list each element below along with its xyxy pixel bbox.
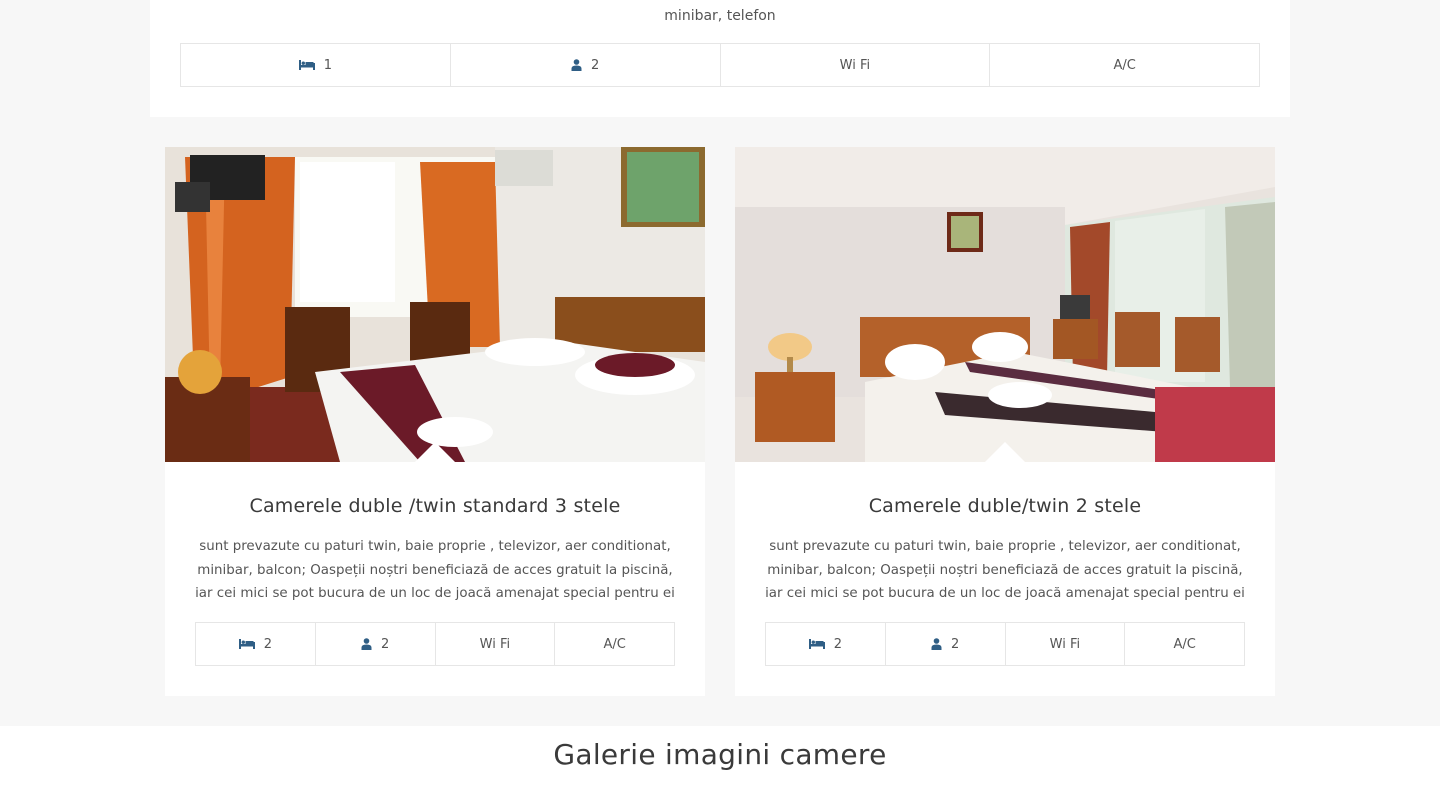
bed-icon (808, 638, 825, 650)
feature-beds-value: 2 (833, 636, 843, 652)
feature-persons-value: 2 (590, 57, 600, 73)
user-icon (931, 638, 942, 650)
feature-beds-value: 1 (323, 57, 333, 73)
feature-wifi-label: Wi Fi (839, 57, 871, 73)
room-card-previous: minibar, telefon 1 2 Wi Fi A/C (150, 0, 1290, 117)
feature-wifi-label: Wi Fi (479, 636, 511, 652)
bed-icon (298, 59, 315, 71)
gallery-title: Galerie imagini camere (553, 738, 887, 771)
feature-persons: 2 (886, 623, 1006, 665)
user-icon (571, 59, 582, 71)
gallery-section: Galerie imagini camere (0, 726, 1440, 786)
room-card-2-stele[interactable]: Camerele duble/twin 2 stele sunt prevazu… (735, 147, 1275, 696)
room-features-bar: 2 2 Wi Fi A/C (765, 622, 1245, 666)
feature-ac: A/C (555, 623, 675, 665)
room-photo[interactable] (735, 147, 1275, 462)
feature-ac: A/C (990, 44, 1260, 86)
feature-wifi-label: Wi Fi (1049, 636, 1081, 652)
feature-persons: 2 (316, 623, 436, 665)
feature-wifi: Wi Fi (436, 623, 556, 665)
room-description: sunt prevazute cu paturi twin, baie prop… (195, 539, 675, 601)
room-title[interactable]: Camerele duble/twin 2 stele (735, 495, 1275, 517)
feature-wifi: Wi Fi (721, 44, 991, 86)
feature-ac: A/C (1125, 623, 1245, 665)
feature-beds-value: 2 (263, 636, 273, 652)
feature-ac-label: A/C (603, 636, 626, 652)
feature-ac-label: A/C (1113, 57, 1136, 73)
feature-persons-value: 2 (380, 636, 390, 652)
feature-persons-value: 2 (950, 636, 960, 652)
room-features-bar: 2 2 Wi Fi A/C (195, 622, 675, 666)
room-description: sunt prevazute cu paturi twin, baie prop… (765, 539, 1245, 601)
room-card-standard-3-stele[interactable]: Camerele duble /twin standard 3 stele su… (165, 147, 705, 696)
bed-icon (238, 638, 255, 650)
room-title[interactable]: Camerele duble /twin standard 3 stele (165, 495, 705, 517)
feature-persons: 2 (451, 44, 721, 86)
user-icon (361, 638, 372, 650)
room-description: minibar, telefon (664, 8, 776, 24)
feature-beds: 2 (196, 623, 316, 665)
feature-beds: 2 (766, 623, 886, 665)
room-features-bar: 1 2 Wi Fi A/C (180, 43, 1260, 87)
feature-beds: 1 (181, 44, 451, 86)
feature-wifi: Wi Fi (1006, 623, 1126, 665)
feature-ac-label: A/C (1173, 636, 1196, 652)
room-photo[interactable] (165, 147, 705, 462)
